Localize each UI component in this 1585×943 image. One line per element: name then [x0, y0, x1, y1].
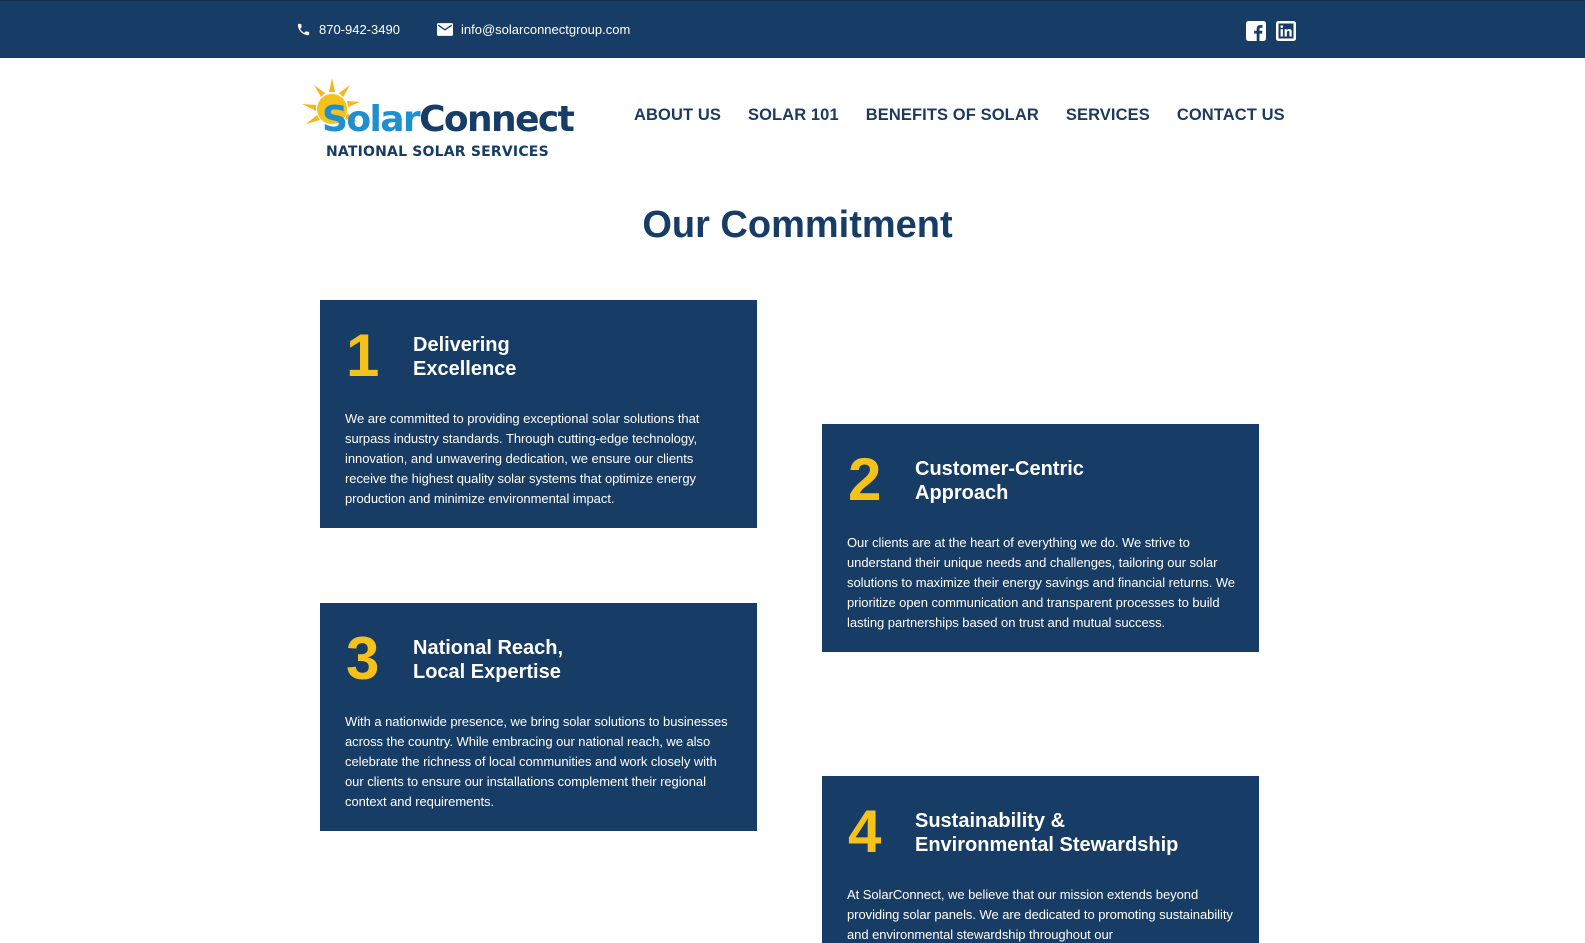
- nav-services[interactable]: SERVICES: [1066, 106, 1150, 125]
- logo-subtitle: NATIONAL SOLAR SERVICES: [326, 144, 549, 160]
- card-number: 1: [346, 322, 380, 389]
- commitment-card: 4 Sustainability & Environmental Steward…: [822, 776, 1259, 943]
- top-bar: 870-942-3490 info@solarconnectgroup.com: [0, 0, 1585, 58]
- card-title: National Reach, Local Expertise: [413, 637, 564, 683]
- card-body: Our clients are at the heart of everythi…: [847, 535, 1235, 630]
- phone-link[interactable]: 870-942-3490: [296, 22, 400, 37]
- card-number: 3: [346, 625, 380, 692]
- logo-wordmark: SolarConnect: [322, 99, 575, 140]
- card-title: Sustainability & Environmental Stewardsh…: [915, 810, 1179, 856]
- nav-benefits-of-solar[interactable]: BENEFITS OF SOLAR: [866, 106, 1039, 125]
- card-title: Customer-Centric Approach: [915, 458, 1084, 504]
- email-address: info@solarconnectgroup.com: [461, 22, 631, 37]
- card-number: 2: [848, 446, 882, 513]
- commitment-card: 1 Delivering Excellence We are committed…: [320, 300, 757, 528]
- card-body: We are committed to providing exceptiona…: [345, 411, 700, 506]
- nav-contact-us[interactable]: CONTACT US: [1177, 106, 1285, 125]
- linkedin-icon[interactable]: [1276, 21, 1296, 41]
- main-nav: ABOUT US SOLAR 101 BENEFITS OF SOLAR SER…: [634, 106, 1285, 125]
- phone-number: 870-942-3490: [319, 22, 400, 37]
- email-link[interactable]: info@solarconnectgroup.com: [437, 22, 630, 37]
- commitment-card: 3 National Reach, Local Expertise With a…: [320, 603, 757, 831]
- page-title: Our Commitment: [642, 204, 953, 246]
- phone-icon: [297, 23, 310, 36]
- card-number: 4: [848, 798, 882, 865]
- card-body: At SolarConnect, we believe that our mis…: [847, 887, 1233, 942]
- nav-solar-101[interactable]: SOLAR 101: [748, 106, 839, 125]
- facebook-icon[interactable]: [1246, 21, 1266, 41]
- card-title: Delivering Excellence: [413, 334, 517, 380]
- solarconnect-logo[interactable]: SolarConnect NATIONAL SOLAR SERVICES: [300, 76, 575, 162]
- card-body: With a nationwide presence, we bring sol…: [345, 714, 728, 809]
- commitment-card: 2 Customer-Centric Approach Our clients …: [822, 424, 1259, 652]
- nav-about-us[interactable]: ABOUT US: [634, 106, 721, 125]
- envelope-icon: [437, 23, 453, 36]
